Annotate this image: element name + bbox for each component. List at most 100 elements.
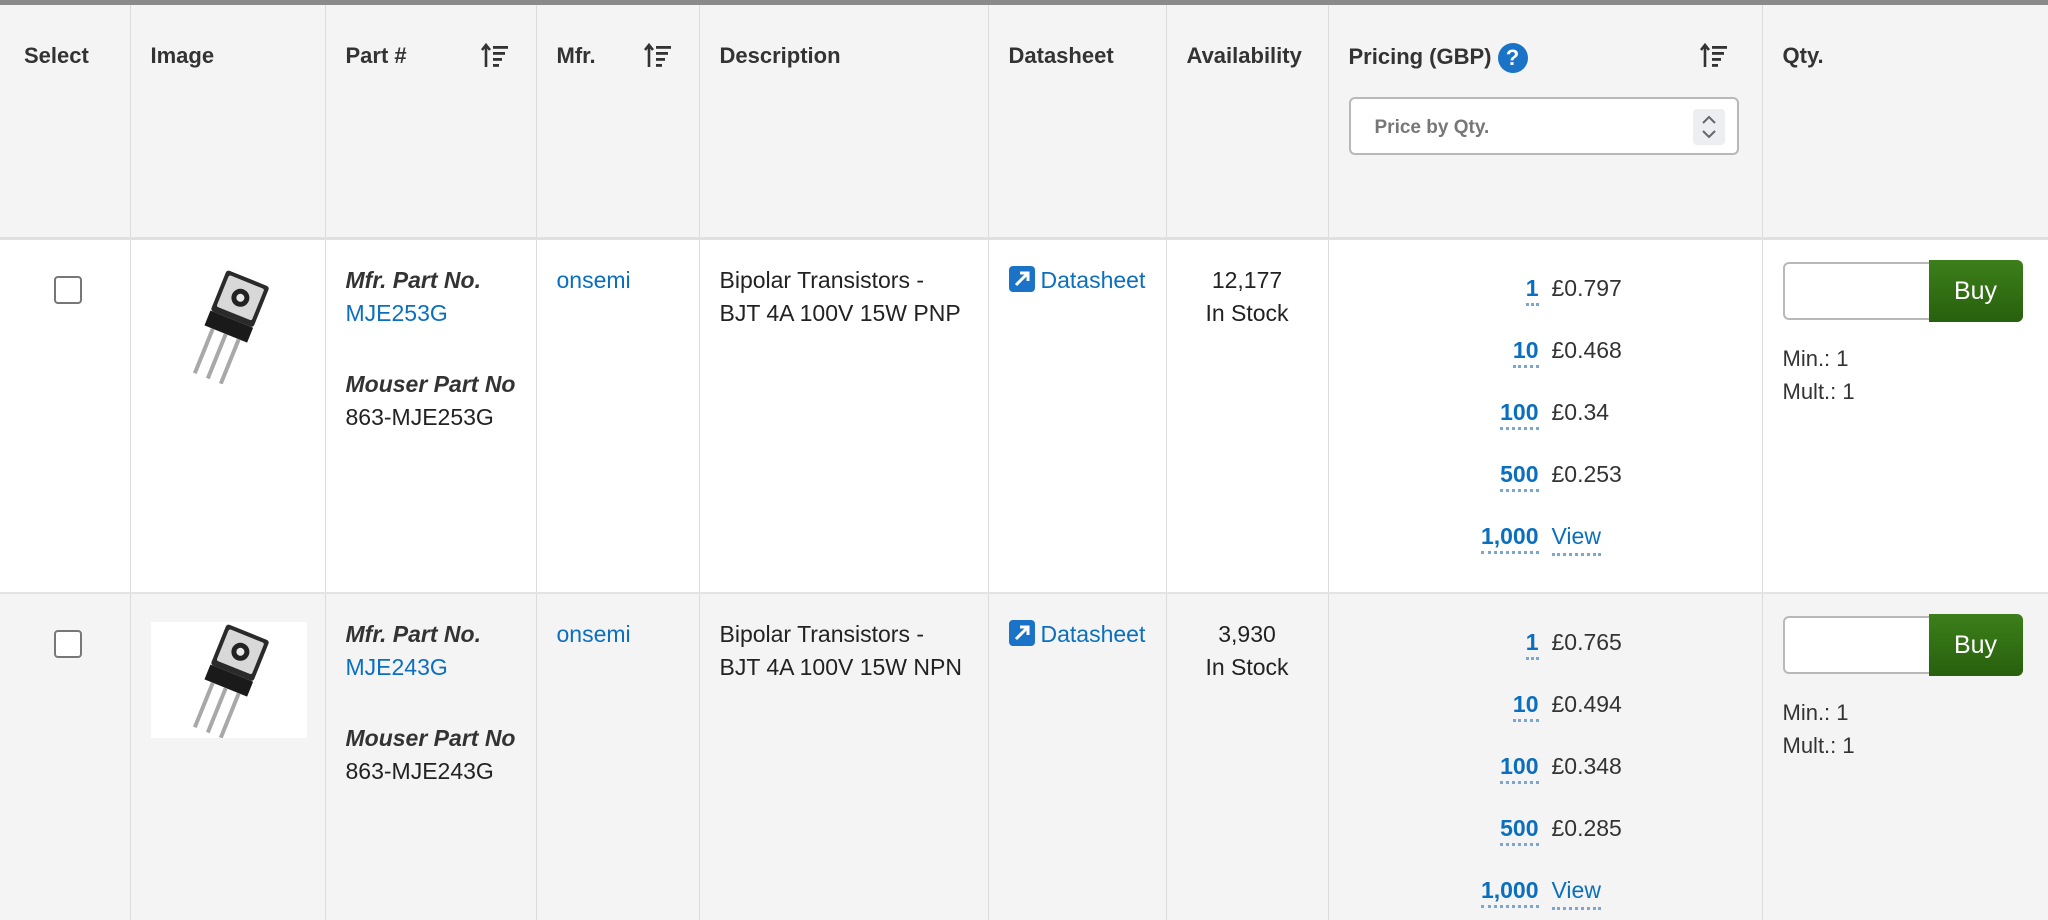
price-break-price: £0.348 — [1551, 753, 1622, 779]
external-link-icon — [1008, 620, 1035, 646]
col-header-datasheet: Datasheet — [988, 5, 1167, 240]
col-header-select: Select — [0, 5, 131, 240]
sort-icon[interactable] — [643, 41, 673, 71]
price-break-qty-link[interactable]: 1 — [1525, 629, 1539, 660]
col-availability-label: Availability — [1186, 43, 1302, 68]
description-line2: BJT 4A 100V 15W PNP — [719, 300, 961, 326]
price-break-qty-link[interactable]: 10 — [1512, 691, 1539, 722]
mfr-part-label: Mfr. Part No. — [345, 267, 481, 293]
pricing-cell: 1 £0.797 10 £0.468 100 £0.34 500 £0.253 1,00… — [1328, 238, 1763, 594]
external-link-icon — [1008, 266, 1035, 292]
col-header-description: Description — [699, 5, 989, 240]
mouser-part-label: Mouser Part No — [345, 371, 516, 397]
mult-qty-label: Mult.: 1 — [1782, 733, 1855, 758]
stock-status: In Stock — [1205, 300, 1289, 326]
datasheet-cell: Datasheet — [988, 593, 1167, 920]
datasheet-link[interactable]: Datasheet — [1008, 620, 1146, 647]
datasheet-cell: Datasheet — [988, 238, 1167, 594]
manufacturer-link[interactable]: onsemi — [557, 267, 631, 293]
transistor-image-icon — [192, 270, 269, 385]
image-cell — [130, 593, 326, 920]
view-pricing-link[interactable]: View — [1551, 874, 1601, 910]
image-cell — [130, 238, 326, 594]
select-cell — [0, 238, 131, 594]
mfr-part-label: Mfr. Part No. — [345, 621, 481, 647]
mult-qty-label: Mult.: 1 — [1782, 379, 1855, 404]
stock-status: In Stock — [1205, 654, 1289, 680]
datasheet-label: Datasheet — [1040, 621, 1146, 647]
col-select-label: Select — [24, 43, 89, 68]
buy-button[interactable]: Buy — [1928, 260, 2023, 322]
stock-count: 3,930 — [1218, 621, 1276, 647]
description-cell: Bipolar Transistors - BJT 4A 100V 15W NP… — [699, 593, 989, 920]
col-header-image: Image — [130, 5, 326, 240]
availability-cell: 3,930 In Stock — [1166, 593, 1329, 920]
availability-cell: 12,177 In Stock — [1166, 238, 1329, 594]
col-header-availability: Availability — [1166, 5, 1329, 240]
table-row: Mfr. Part No. MJE243G Mouser Part No 863… — [0, 593, 2048, 920]
min-qty-label: Min.: 1 — [1782, 346, 1849, 371]
description-cell: Bipolar Transistors - BJT 4A 100V 15W PN… — [699, 238, 989, 594]
datasheet-label: Datasheet — [1040, 267, 1146, 293]
up-down-chevron-icon[interactable] — [1692, 109, 1725, 145]
view-pricing-link[interactable]: View — [1551, 520, 1601, 556]
col-qty-label: Qty. — [1782, 43, 1824, 68]
buy-button[interactable]: Buy — [1928, 614, 2023, 676]
price-break-price: £0.494 — [1551, 691, 1622, 717]
description-line1: Bipolar Transistors - — [719, 621, 925, 647]
price-break-price: £0.285 — [1551, 815, 1622, 841]
price-break-qty-link[interactable]: 1,000 — [1480, 523, 1539, 554]
price-by-qty-placeholder: Price by Qty. — [1374, 117, 1490, 138]
quantity-input[interactable] — [1782, 262, 1929, 320]
col-mfr-label: Mfr. — [556, 43, 596, 68]
stock-count: 12,177 — [1211, 267, 1283, 293]
mfr-cell: onsemi — [536, 593, 700, 920]
product-image[interactable] — [150, 268, 307, 385]
mfr-cell: onsemi — [536, 238, 700, 594]
price-break-qty-link[interactable]: 100 — [1500, 753, 1539, 784]
col-header-mfr[interactable]: Mfr. — [536, 5, 700, 240]
price-break-price: £0.468 — [1551, 337, 1622, 363]
sort-icon[interactable] — [480, 41, 510, 71]
mfr-part-number-link[interactable]: MJE243G — [346, 654, 448, 680]
qty-cell: Buy Min.: 1 Mult.: 1 — [1762, 238, 2048, 594]
product-results-table: Select Image Part # Mfr. Description Dat… — [0, 5, 2048, 920]
mfr-part-number-link[interactable]: MJE253G — [346, 300, 448, 326]
manufacturer-link[interactable]: onsemi — [557, 621, 631, 647]
row-select-checkbox[interactable] — [54, 276, 82, 304]
price-break-qty-link[interactable]: 500 — [1500, 461, 1539, 492]
price-break-price: £0.765 — [1551, 629, 1622, 655]
col-header-part[interactable]: Part # — [325, 5, 537, 240]
price-break-qty-link[interactable]: 100 — [1500, 399, 1539, 430]
part-cell: Mfr. Part No. MJE253G Mouser Part No 863… — [325, 238, 537, 594]
price-break-qty-link[interactable]: 1 — [1525, 275, 1539, 306]
pricing-cell: 1 £0.765 10 £0.494 100 £0.348 500 £0.285 1,0… — [1328, 593, 1763, 920]
table-row: Mfr. Part No. MJE253G Mouser Part No 863… — [0, 238, 2048, 594]
col-header-qty: Qty. — [1762, 5, 2048, 240]
qty-cell: Buy Min.: 1 Mult.: 1 — [1762, 593, 2048, 920]
min-qty-label: Min.: 1 — [1782, 700, 1849, 725]
description-line2: BJT 4A 100V 15W NPN — [719, 654, 962, 680]
part-cell: Mfr. Part No. MJE243G Mouser Part No 863… — [325, 593, 537, 920]
description-line1: Bipolar Transistors - — [719, 267, 925, 293]
transistor-image-icon — [192, 624, 269, 739]
price-by-qty-select[interactable]: Price by Qty. — [1348, 97, 1739, 155]
col-description-label: Description — [719, 43, 841, 68]
help-icon[interactable]: ? — [1497, 43, 1528, 73]
quantity-input[interactable] — [1782, 616, 1929, 674]
price-break-qty-link[interactable]: 500 — [1500, 815, 1539, 846]
price-break-price: £0.797 — [1551, 275, 1622, 301]
price-break-price: £0.34 — [1551, 399, 1610, 425]
col-datasheet-label: Datasheet — [1008, 43, 1114, 68]
datasheet-link[interactable]: Datasheet — [1008, 266, 1146, 293]
col-pricing-label: Pricing (GBP) — [1348, 43, 1492, 69]
col-image-label: Image — [150, 43, 215, 68]
row-select-checkbox[interactable] — [54, 630, 82, 658]
sort-icon[interactable] — [1699, 41, 1729, 71]
price-break-qty-link[interactable]: 10 — [1512, 337, 1539, 368]
product-image[interactable] — [150, 622, 307, 739]
results-table-viewport: Select Image Part # Mfr. Description Dat… — [0, 0, 2048, 920]
mouser-part-number: 863-MJE253G — [345, 404, 494, 430]
col-header-pricing[interactable]: Pricing (GBP)? Price by Qty. — [1328, 5, 1763, 240]
price-break-qty-link[interactable]: 1,000 — [1480, 877, 1539, 908]
